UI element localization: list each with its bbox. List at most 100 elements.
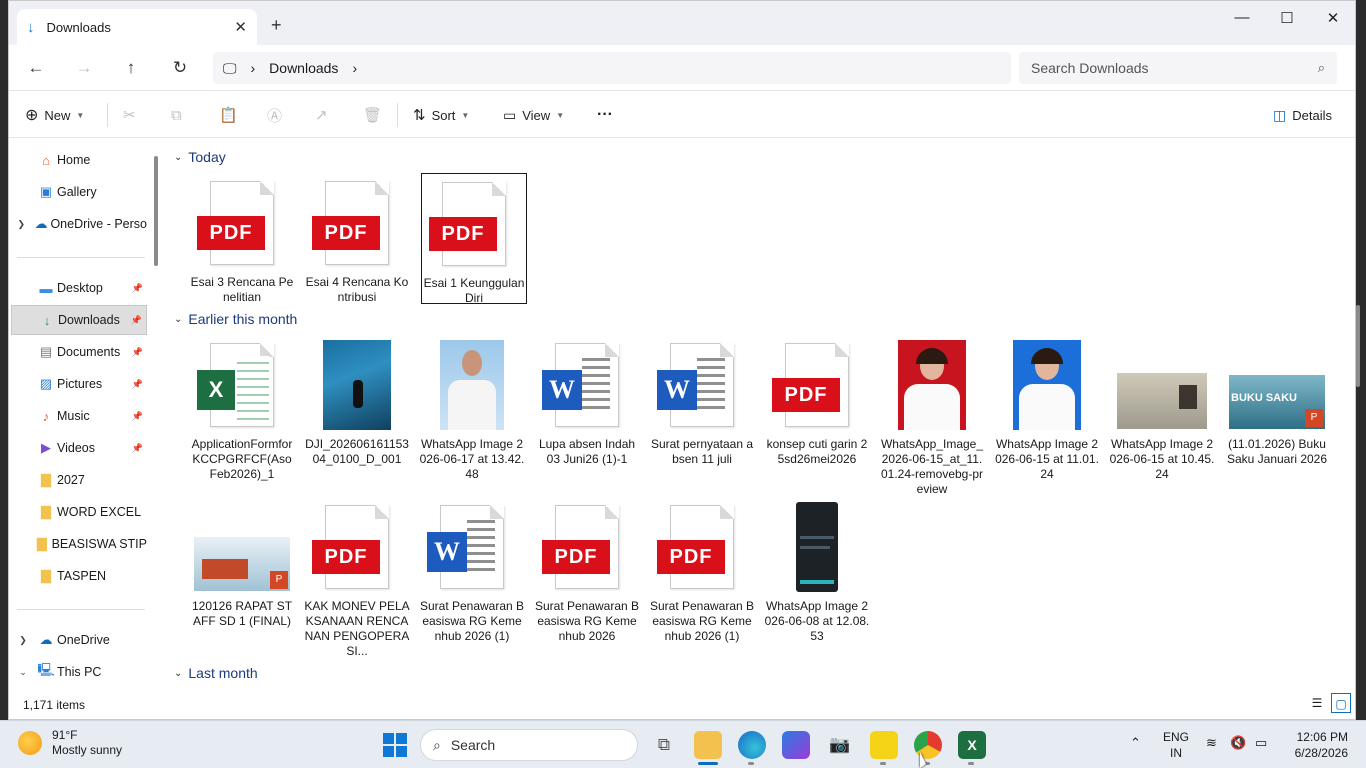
rename-button[interactable]: Ⓐ: [267, 103, 282, 127]
forward-button[interactable]: →: [69, 55, 99, 81]
file-item[interactable]: P 120126 RAPAT STAFF SD 1 (FINAL): [189, 497, 295, 629]
outer-scrollbar[interactable]: [1356, 305, 1360, 387]
group-header-last-month[interactable]: ⌄ Last month: [174, 665, 258, 681]
file-item[interactable]: W Lupa absen Indah 03 Juni26 (1)-1: [534, 335, 640, 467]
wifi-icon[interactable]: ≋: [1206, 735, 1217, 751]
copilot-icon[interactable]: [782, 731, 810, 759]
close-window-button[interactable]: ✕: [1313, 9, 1353, 27]
maximize-button[interactable]: ☐: [1267, 9, 1307, 27]
minimize-button[interactable]: —: [1222, 9, 1262, 26]
camera-icon[interactable]: 📷: [826, 731, 854, 759]
content-scrollbar[interactable]: [1355, 151, 1356, 181]
details-view-icon[interactable]: ☰: [1307, 693, 1327, 713]
chevron-right-icon[interactable]: ›: [251, 60, 256, 76]
refresh-button[interactable]: ↻: [165, 55, 195, 81]
file-item[interactable]: PDF Esai 4 Rencana Kontribusi: [304, 173, 410, 305]
portrait-photo-thumbnail: [898, 340, 966, 430]
weather-widget[interactable]: 91°F Mostly sunny: [18, 728, 122, 758]
sidebar-item-home[interactable]: ⌂ Home: [11, 145, 147, 175]
copy-button[interactable]: ⧉: [171, 103, 182, 127]
cut-button[interactable]: ✂: [123, 103, 136, 127]
sidebar-item-2027[interactable]: ▇ 2027: [11, 465, 147, 495]
sidebar-item-videos[interactable]: ▶ Videos 📌: [11, 433, 147, 463]
task-view-icon[interactable]: ⧉: [650, 731, 678, 759]
chevron-right-icon[interactable]: ❯: [11, 635, 35, 646]
folder-icon: ▇: [41, 568, 51, 583]
search-icon: ⌕: [433, 736, 441, 753]
sidebar-item-label: Home: [57, 153, 91, 167]
new-button[interactable]: ⊕ New ▼: [25, 103, 84, 127]
sidebar-item-beasiswa-stip[interactable]: ▇ BEASISWA STIP: [11, 529, 147, 559]
file-item[interactable]: PDF Esai 3 Rencana Penelitian: [189, 173, 295, 305]
file-explorer-icon[interactable]: [694, 731, 722, 759]
clock[interactable]: 12:06 PM 6/28/2026: [1278, 729, 1348, 761]
file-item[interactable]: PDF Surat Penawaran Beasiswa RG Kemenhub…: [534, 497, 640, 644]
chevron-right-icon[interactable]: ❯: [11, 219, 32, 230]
share-button[interactable]: ↗: [315, 103, 328, 127]
sidebar-item-desktop[interactable]: ▬ Desktop 📌: [11, 273, 147, 303]
documents-icon: ▤: [39, 344, 53, 359]
breadcrumb-downloads[interactable]: Downloads: [269, 60, 338, 76]
sidebar-item-pictures[interactable]: ▨ Pictures 📌: [11, 369, 147, 399]
chevron-down-icon: ⌄: [174, 313, 183, 325]
sidebar-item-music[interactable]: ♪ Music 📌: [11, 401, 147, 431]
more-options-button[interactable]: ···: [597, 103, 613, 127]
chevron-right-icon[interactable]: ›: [352, 60, 357, 76]
file-item[interactable]: W Surat Penawaran Beasiswa RG Kemenhub 2…: [419, 497, 525, 644]
file-item[interactable]: PDF KAK MONEV PELAKSANAAN RENCANAN PENGO…: [304, 497, 410, 659]
group-header-earlier-this-month[interactable]: ⌄ Earlier this month: [174, 311, 297, 327]
file-item[interactable]: WhatsApp Image 2026-06-15 at 10.45.24: [1109, 335, 1215, 482]
sidebar-item-documents[interactable]: ▤ Documents 📌: [11, 337, 147, 367]
sidebar-scrollbar[interactable]: [154, 156, 158, 266]
edge-icon[interactable]: [738, 731, 766, 759]
start-button[interactable]: [383, 733, 407, 757]
sidebar-item-onedrive[interactable]: ❯ ☁ OneDrive: [11, 625, 147, 655]
chevron-up-icon[interactable]: ⌃: [1130, 735, 1141, 751]
divider: [107, 103, 108, 127]
monitor-icon[interactable]: 🖵: [223, 60, 237, 77]
view-button[interactable]: ▭ View ▼: [503, 103, 564, 127]
file-item[interactable]: WhatsApp Image 2026-06-08 at 12.08.53: [764, 497, 870, 644]
file-item[interactable]: DJI_20260616115304_0100_D_001: [304, 335, 410, 467]
sidebar-item-gallery[interactable]: ▣ Gallery: [11, 177, 147, 207]
file-item[interactable]: X ApplicationFormforKCCPGRFCF(AsoFeb2026…: [189, 335, 295, 482]
file-item[interactable]: WhatsApp Image 2026-06-17 at 13.42.48: [419, 335, 525, 482]
tab-downloads[interactable]: ↓ Downloads ✕: [17, 9, 257, 45]
file-item[interactable]: W Surat pernyataan absen 11 juli: [649, 335, 755, 467]
group-header-today[interactable]: ⌄ Today: [174, 149, 226, 165]
delete-button[interactable]: 🗑: [363, 103, 382, 127]
sidebar-item-taspen[interactable]: ▇ TASPEN: [11, 561, 147, 591]
new-tab-button[interactable]: +: [271, 15, 282, 36]
file-item[interactable]: PDF Surat Penawaran Beasiswa RG Kemenhub…: [649, 497, 755, 644]
back-button[interactable]: ←: [21, 55, 51, 81]
sort-button[interactable]: ⇅ Sort ▼: [413, 103, 469, 127]
file-item[interactable]: PDF konsep cuti garin 25sd26mei2026: [764, 335, 870, 467]
excel-icon[interactable]: X: [958, 731, 986, 759]
mute-icon[interactable]: 🔇: [1230, 735, 1246, 751]
details-button[interactable]: ◫ Details: [1273, 103, 1332, 127]
language-indicator[interactable]: ENG IN: [1163, 729, 1189, 761]
sidebar-item-word-excel[interactable]: ▇ WORD EXCEL: [11, 497, 147, 527]
sidebar-item-onedrive-personal[interactable]: ❯ ☁ OneDrive - Perso: [11, 209, 147, 239]
chevron-down-icon[interactable]: ⌄: [11, 667, 35, 678]
up-button[interactable]: ↑: [116, 55, 146, 81]
view-icon: ▭: [503, 106, 517, 123]
chrome-icon[interactable]: [914, 731, 942, 759]
file-item-selected[interactable]: PDF Esai 1 Keunggulan Diri: [421, 173, 527, 305]
paste-button[interactable]: 📋: [219, 103, 238, 127]
close-tab-icon[interactable]: ✕: [234, 18, 247, 36]
gallery-icon: ▣: [39, 184, 53, 199]
file-name: WhatsApp Image 2026-06-08 at 12.08.53: [764, 599, 870, 643]
file-item[interactable]: WhatsApp_Image_2026-06-15_at_11.01.24-re…: [879, 335, 985, 497]
taskbar-search[interactable]: ⌕ Search: [420, 729, 638, 761]
breadcrumb[interactable]: 🖵 › Downloads ›: [213, 52, 1011, 84]
file-item[interactable]: WhatsApp Image 2026-06-15 at 11.01.24: [994, 335, 1100, 482]
battery-icon[interactable]: ▭: [1255, 735, 1267, 751]
file-item[interactable]: BUKU SAKU P (11.01.2026) Buku Saku Januar…: [1224, 335, 1330, 467]
sidebar-item-this-pc[interactable]: ⌄ 🖳 This PC: [11, 657, 147, 687]
sticky-notes-icon[interactable]: [870, 731, 898, 759]
large-icons-view-icon[interactable]: ▢: [1331, 693, 1351, 713]
search-input[interactable]: Search Downloads ⌕: [1019, 52, 1337, 84]
sidebar-item-downloads[interactable]: ↓ Downloads 📌: [11, 305, 147, 335]
mouse-cursor: [920, 752, 926, 768]
